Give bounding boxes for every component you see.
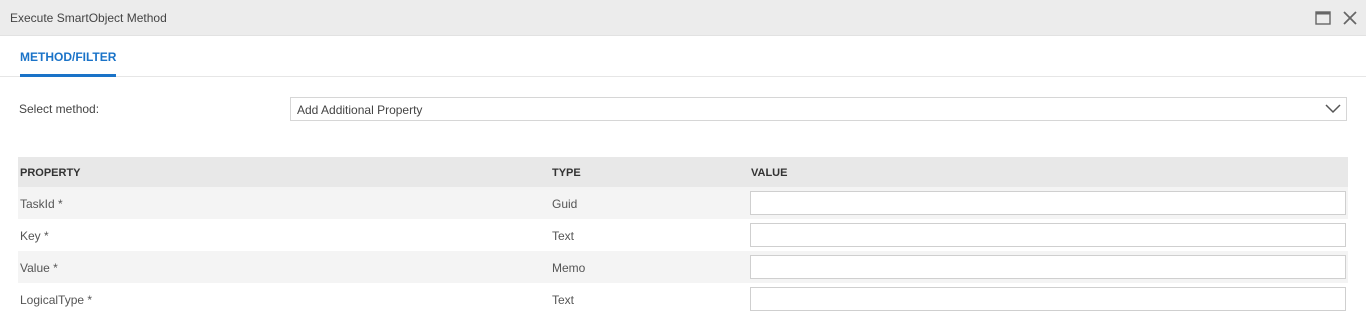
table-row: Key * Text (18, 219, 1348, 251)
method-select[interactable]: Add Additional Property (290, 97, 1347, 121)
table-row: LogicalType * Text (18, 283, 1348, 315)
header-type: TYPE (552, 167, 581, 179)
maximize-button[interactable] (1314, 9, 1332, 27)
table-row: TaskId * Guid (18, 187, 1348, 219)
select-method-label: Select method: (19, 102, 100, 116)
property-name: TaskId * (20, 197, 63, 211)
chevron-down-icon (1325, 104, 1341, 114)
header-property: PROPERTY (20, 167, 81, 179)
close-button[interactable] (1341, 9, 1359, 27)
window-titlebar: Execute SmartObject Method (0, 0, 1366, 36)
property-name: LogicalType * (20, 293, 93, 307)
value-input-logicaltype[interactable] (750, 287, 1346, 311)
tab-method-filter[interactable]: METHOD/FILTER (20, 36, 117, 77)
value-input-taskid[interactable] (750, 191, 1346, 215)
property-type: Text (552, 293, 575, 307)
window-title: Execute SmartObject Method (10, 11, 167, 25)
table-header: PROPERTY TYPE VALUE (18, 157, 1348, 187)
close-icon (1343, 11, 1357, 25)
tab-bar: METHOD/FILTER (0, 36, 1366, 77)
property-table: PROPERTY TYPE VALUE TaskId * Guid Key * … (18, 157, 1348, 315)
value-input-value[interactable] (750, 255, 1346, 279)
property-type: Guid (552, 197, 578, 211)
value-input-key[interactable] (750, 223, 1346, 247)
property-type: Memo (552, 261, 586, 275)
method-select-value: Add Additional Property (297, 103, 423, 117)
property-type: Text (552, 229, 575, 243)
table-row: Value * Memo (18, 251, 1348, 283)
property-name: Key * (20, 229, 49, 243)
property-name: Value * (20, 261, 58, 275)
header-value: VALUE (751, 167, 788, 179)
maximize-icon (1315, 11, 1331, 25)
